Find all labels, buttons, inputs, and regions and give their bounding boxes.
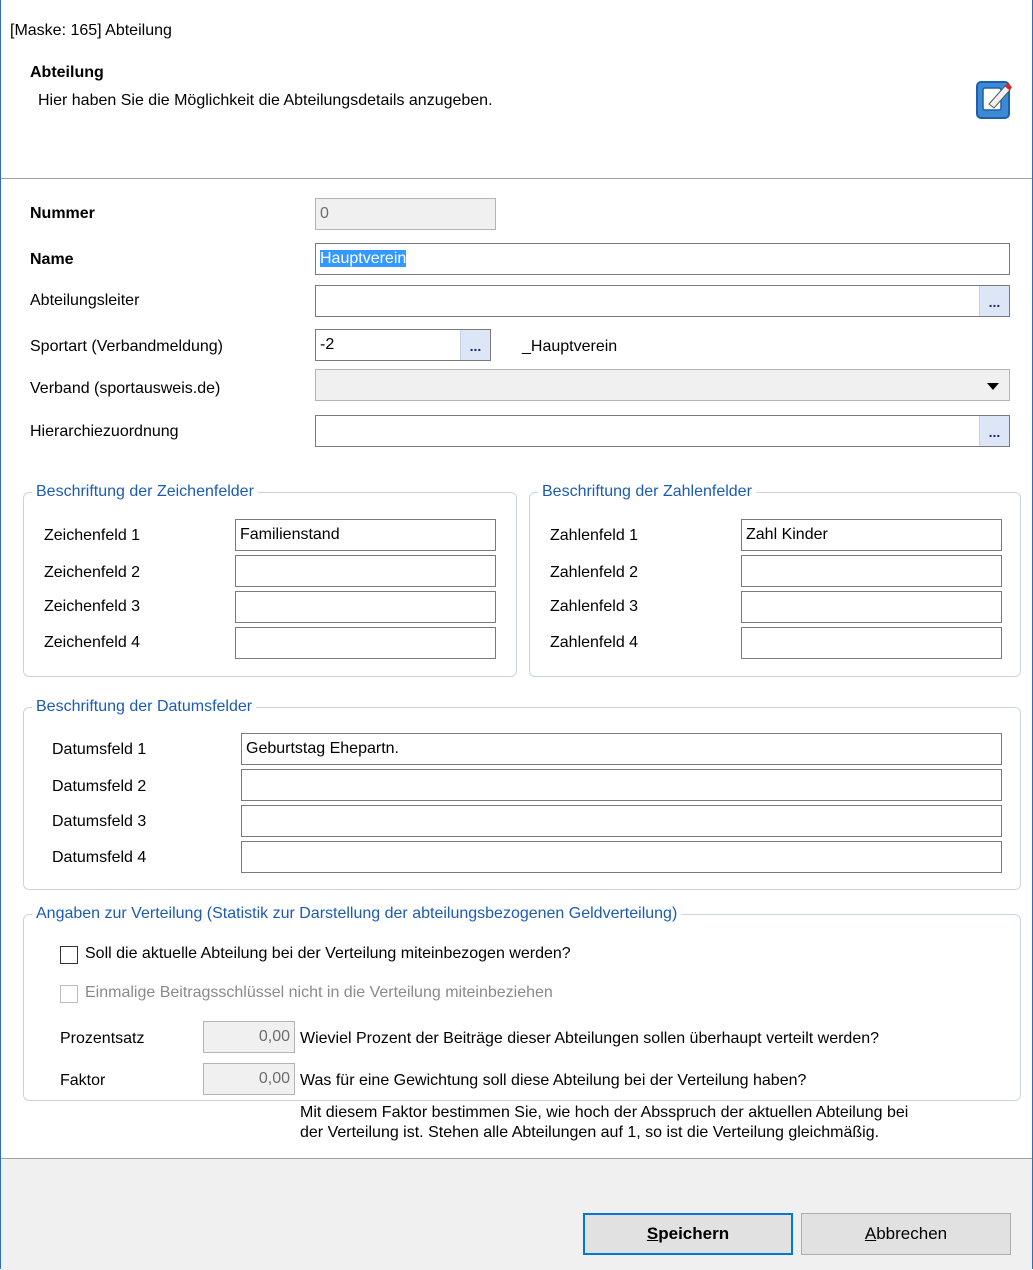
faktor-hint-line1: Mit diesem Faktor bestimmen Sie, wie hoc… (300, 1104, 909, 1122)
zahlenfeld-4-label: Zahlenfeld 4 (550, 634, 639, 651)
nummer-label: Nummer (30, 205, 95, 222)
faktor-label: Faktor (60, 1072, 106, 1089)
datumsfeld-4-input[interactable] (241, 841, 1002, 873)
zeichenfeld-4-label: Zeichenfeld 4 (44, 634, 141, 651)
verteilung-legend: Angaben zur Verteilung (Statistik zur Da… (36, 905, 678, 922)
datumsfeld-3-label: Datumsfeld 3 (52, 813, 147, 830)
faktor-hint-line2: der Verteilung ist. Stehen alle Abteilun… (300, 1124, 880, 1142)
zahlenfeld-4-input[interactable] (741, 627, 1002, 659)
zeichenfeld-3-input[interactable] (235, 591, 496, 623)
save-button[interactable]: Speichern (583, 1213, 793, 1255)
chevron-down-icon[interactable] (987, 383, 999, 390)
verband-label: Verband (sportausweis.de) (30, 380, 221, 397)
prozentsatz-question: Wieviel Prozent der Beiträge dieser Abte… (300, 1030, 880, 1047)
name-label: Name (30, 251, 74, 268)
zahlenfeld-2-input[interactable] (741, 555, 1002, 587)
zahlenfeld-2-label: Zahlenfeld 2 (550, 564, 639, 581)
faktor-question: Was für eine Gewichtung soll diese Abtei… (300, 1072, 807, 1089)
save-mnemonic: S (646, 1224, 659, 1243)
header-panel (1, 50, 1032, 178)
verband-select[interactable] (315, 369, 1010, 401)
hierarchie-label: Hierarchiezuordnung (30, 423, 179, 440)
hierarchie-browse-button[interactable]: ... (979, 416, 1009, 446)
header-subtitle: Hier haben Sie die Möglichkeit die Abtei… (38, 92, 493, 109)
zeichenfeld-1-input[interactable]: Familienstand (235, 519, 496, 551)
datumsfeld-1-input[interactable]: Geburtstag Ehepartn. (241, 733, 1002, 765)
zeichenfeld-1-label: Zeichenfeld 1 (44, 527, 141, 544)
abteilungsleiter-browse-button[interactable]: ... (979, 286, 1009, 316)
abteilungsleiter-field[interactable] (315, 285, 1010, 317)
zahlenfeld-1-input[interactable]: Zahl Kinder (741, 519, 1002, 551)
zahlenfeld-3-input[interactable] (741, 591, 1002, 623)
einmalige-checkbox[interactable] (60, 985, 78, 1003)
sportart-browse-button[interactable]: ... (460, 330, 490, 360)
datumsfeld-2-label: Datumsfeld 2 (52, 778, 147, 795)
einmalige-checkbox-label: Einmalige Beitragsschlüssel nicht in die… (85, 984, 553, 1001)
edit-form-icon (976, 81, 1012, 119)
save-label: peichern (658, 1224, 730, 1243)
zahlenfeld-1-label: Zahlenfeld 1 (550, 527, 639, 544)
prozentsatz-field[interactable]: 0,00 (203, 1021, 295, 1053)
sportart-description: _Hauptverein (522, 338, 618, 355)
abteilungsleiter-label: Abteilungsleiter (30, 292, 140, 309)
prozentsatz-label: Prozentsatz (60, 1030, 145, 1047)
faktor-field[interactable]: 0,00 (203, 1063, 295, 1095)
datumsfelder-legend: Beschriftung der Datumsfelder (36, 698, 253, 715)
cancel-button[interactable]: Abbrechen (801, 1213, 1011, 1255)
cancel-label: bbrechen (876, 1224, 948, 1243)
zeichenfeld-2-input[interactable] (235, 555, 496, 587)
header-title: Abteilung (30, 64, 104, 81)
sportart-label: Sportart (Verbandmeldung) (30, 338, 223, 355)
datumsfeld-3-input[interactable] (241, 805, 1002, 837)
verteilung-checkbox-label[interactable]: Soll die aktuelle Abteilung bei der Vert… (85, 945, 571, 963)
datumsfeld-4-label: Datumsfeld 4 (52, 849, 147, 866)
cancel-mnemonic: A (864, 1224, 877, 1243)
verteilung-checkbox[interactable] (60, 946, 78, 964)
name-field[interactable]: Hauptverein (315, 243, 1010, 275)
zeichenfeld-2-label: Zeichenfeld 2 (44, 564, 141, 581)
datumsfeld-1-label: Datumsfeld 1 (52, 741, 147, 758)
zahlenfeld-3-label: Zahlenfeld 3 (550, 598, 639, 615)
zeichenfeld-4-input[interactable] (235, 627, 496, 659)
datumsfeld-2-input[interactable] (241, 769, 1002, 801)
zeichenfelder-legend: Beschriftung der Zeichenfelder (36, 483, 254, 500)
zahlenfelder-legend: Beschriftung der Zahlenfelder (542, 483, 752, 500)
zeichenfeld-3-label: Zeichenfeld 3 (44, 598, 141, 615)
nummer-field[interactable]: 0 (315, 198, 496, 230)
window-title: [Maske: 165] Abteilung (10, 22, 172, 39)
hierarchie-field[interactable] (315, 415, 1010, 447)
name-value: Hauptverein (320, 250, 407, 267)
